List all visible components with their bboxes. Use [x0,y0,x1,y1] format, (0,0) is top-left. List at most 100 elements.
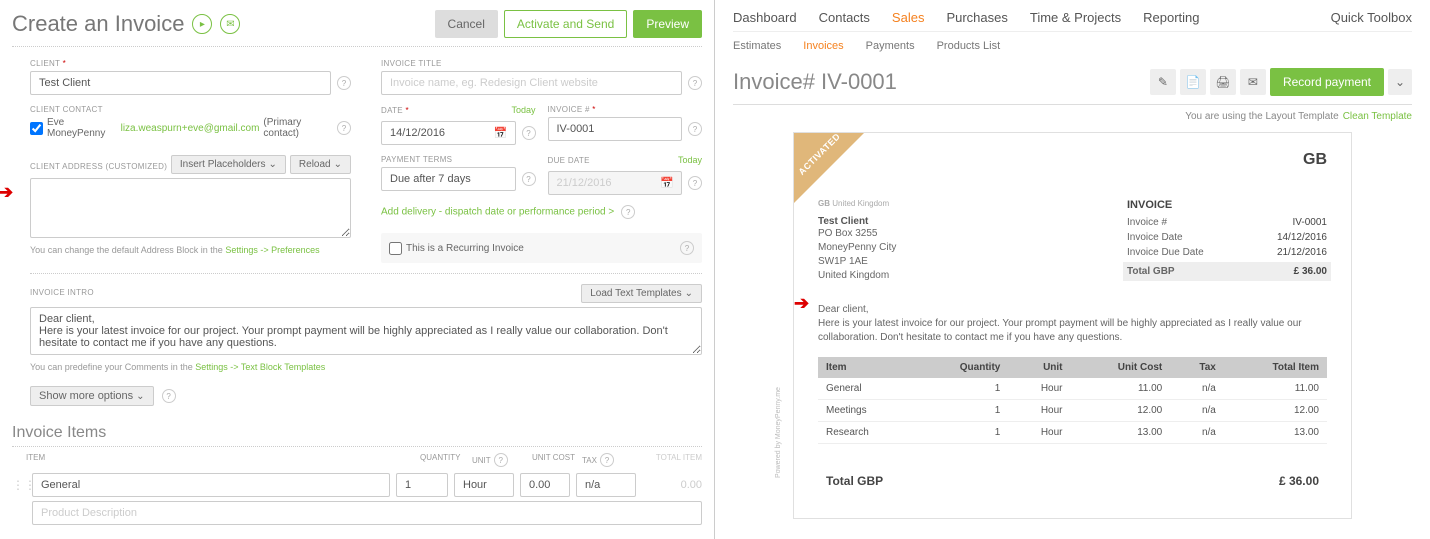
nav-purchases[interactable]: Purchases [946,10,1007,25]
text-block-templates-link[interactable]: Settings -> Text Block Templates [195,362,325,372]
help-icon[interactable]: ? [688,76,702,90]
reload-button[interactable]: Reload [290,155,351,174]
help-icon[interactable]: ? [600,453,614,467]
th-unit-cost: Unit Cost [532,453,582,467]
help-icon[interactable]: ? [162,389,176,403]
settings-preferences-link[interactable]: Settings -> Preferences [225,245,319,255]
help-icon[interactable]: ? [337,76,351,90]
inv-addr-line: PO Box 3255 [818,227,896,241]
help-icon[interactable]: ? [337,121,351,135]
record-payment-button[interactable]: Record payment [1270,68,1384,96]
calendar-icon[interactable]: 📅 [494,127,508,140]
show-more-options-button[interactable]: Show more options [30,386,154,406]
drag-handle-icon[interactable]: ⋮⋮ [12,478,26,492]
activate-send-button[interactable]: Activate and Send [504,10,627,38]
tax-select[interactable]: n/a [576,473,636,497]
th-unit: Unit [472,456,491,465]
inv-addr-line: United Kingdom [818,269,896,283]
nav-contacts[interactable]: Contacts [819,10,870,25]
inv-summary-title: INVOICE [1127,199,1327,211]
th-unit: Unit [1008,357,1070,378]
table-row: Research1Hour13.00n/a13.00 [818,422,1327,444]
th-total: Total Item [642,453,702,467]
contact-checkbox[interactable] [30,122,43,135]
qty-input[interactable] [396,473,448,497]
th-total: Total Item [1224,357,1327,378]
nav-time-projects[interactable]: Time & Projects [1030,10,1121,25]
table-row: Meetings1Hour12.00n/a12.00 [818,400,1327,422]
template-link[interactable]: Clean Template [1343,111,1412,122]
help-icon[interactable]: ? [688,122,702,136]
item-select[interactable]: General [32,473,390,497]
today-link[interactable]: Today [678,155,702,165]
invoice-title-input[interactable] [381,71,682,95]
row-total: 0.00 [642,479,702,491]
subnav-payments[interactable]: Payments [866,40,915,52]
invoice-preview: ACTIVATED ➔ GB GB United Kingdom Test Cl… [793,132,1352,519]
payment-terms-select[interactable]: Due after 7 days [381,167,516,191]
preview-button[interactable]: Preview [633,10,702,38]
page-title: Create an Invoice [12,11,184,37]
th-item: Item [26,453,420,467]
unit-cost-input[interactable] [520,473,570,497]
client-contact-label: Client Contact [30,105,351,114]
date-label: Date [381,106,409,115]
client-label: Client [30,59,351,68]
inv-addr-line: MoneyPenny City [818,241,896,255]
address-hint-pre: You can change the default Address Block… [30,245,225,255]
gb-badge: GB [1303,151,1327,169]
cancel-button[interactable]: Cancel [435,10,498,38]
video-icon[interactable]: ▸ [192,14,212,34]
calendar-icon: 📅 [660,177,674,190]
recurring-checkbox[interactable] [389,242,402,255]
powered-by: Powered by MoneyPenny.me [775,387,782,478]
due-date-label: Due Date [548,156,590,165]
client-select[interactable]: Test Client [30,71,331,95]
invoice-items-table: Item Quantity Unit Unit Cost Tax Total I… [818,357,1327,444]
subnav-estimates[interactable]: Estimates [733,40,781,52]
invoice-intro-label: Invoice Intro [30,288,94,297]
item-row: ⋮⋮ General Hour n/a 0.00 [12,473,702,497]
th-qty: Quantity [420,453,472,467]
edit-icon[interactable]: ✎ [1150,69,1176,95]
chat-icon[interactable]: ✉ [220,14,240,34]
template-note-text: You are using the Layout Template [1185,111,1338,122]
invoice-title-label: Invoice Title [381,59,702,68]
help-icon[interactable]: ? [680,241,694,255]
invoice-summary: INVOICE Invoice #IV-0001 Invoice Date14/… [1127,199,1327,283]
contact-email[interactable]: liza.weaspurn+eve@gmail.com [121,123,260,134]
quick-toolbox-link[interactable]: Quick Toolbox [1331,10,1412,25]
th-tax: Tax [582,456,597,465]
nav-dashboard[interactable]: Dashboard [733,10,797,25]
insert-placeholders-button[interactable]: Insert Placeholders [171,155,286,174]
left-header: Create an Invoice ▸ ✉ Cancel Activate an… [12,10,702,47]
contact-name: Eve MoneyPenny [47,117,117,139]
invoice-intro-textarea[interactable]: Dear client, Here is your latest invoice… [30,307,702,355]
email-icon[interactable]: ✉ [1240,69,1266,95]
help-icon[interactable]: ? [688,176,702,190]
invoice-no-input[interactable] [548,117,683,141]
pointer-arrow-right: ➔ [794,293,809,314]
comments-hint-pre: You can predefine your Comments in the [30,362,195,372]
th-ucost: Unit Cost [1071,357,1171,378]
unit-select[interactable]: Hour [454,473,514,497]
help-icon[interactable]: ? [621,205,635,219]
add-delivery-link[interactable]: Add delivery - dispatch date or performa… [381,207,614,218]
help-icon[interactable]: ? [522,172,536,186]
help-icon[interactable]: ? [522,126,536,140]
nav-reporting[interactable]: Reporting [1143,10,1199,25]
load-text-templates-button[interactable]: Load Text Templates [581,284,702,303]
subnav-products[interactable]: Products List [937,40,1001,52]
today-link[interactable]: Today [511,105,535,115]
print-icon[interactable]: 🖨 [1210,69,1236,95]
nav-sales[interactable]: Sales [892,10,925,25]
client-address-textarea[interactable] [30,178,351,238]
invoice-no-label: Invoice # [548,105,703,114]
more-actions-dropdown[interactable]: ⌄ [1388,69,1412,95]
subnav-invoices[interactable]: Invoices [803,40,843,52]
help-icon[interactable]: ? [494,453,508,467]
primary-nav: Dashboard Contacts Sales Purchases Time … [733,10,1412,32]
pdf-icon[interactable]: 📄 [1180,69,1206,95]
product-description-input[interactable] [32,501,702,525]
client-address-label: Client Address (Customized) [30,162,167,171]
